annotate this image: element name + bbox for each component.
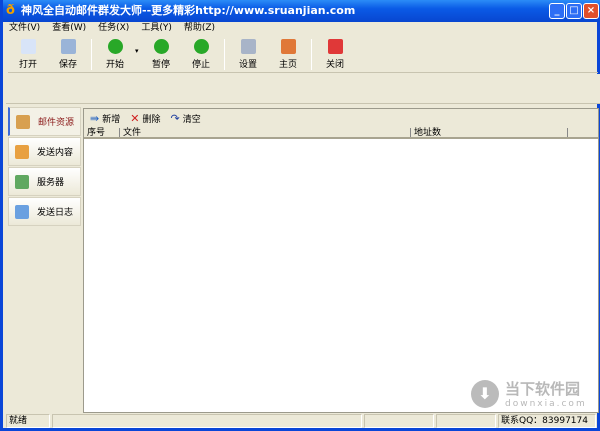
delete-icon: ✕ [130, 112, 140, 125]
toolbar-separator [311, 39, 312, 70]
sidebar-tab-2[interactable]: 发送内容 [8, 137, 81, 166]
content-package-icon [15, 144, 29, 159]
mail-package-icon [16, 114, 30, 129]
add-icon: ⇛ [90, 112, 100, 125]
toolbar-separator [91, 39, 92, 70]
pause-icon [153, 39, 169, 54]
main-window: ð 神风全自动邮件群发大师--更多精彩http://www.sruanjian.… [0, 0, 600, 431]
delete-button[interactable]: ✕ 删除 [130, 112, 160, 125]
toolbar-button-open[interactable]: 打开 [8, 37, 48, 72]
window-title: 神风全自动邮件群发大师--更多精彩http://www.sruanjian.co… [21, 4, 356, 17]
clear-icon: ↷ [170, 112, 180, 125]
toolbar-button-pause[interactable]: 暂停 [141, 37, 181, 72]
open-icon [20, 39, 36, 54]
play-icon [107, 39, 123, 54]
status-pane [364, 414, 434, 428]
server-icon [15, 174, 29, 189]
clear-button[interactable]: ↷ 清空 [170, 112, 200, 125]
power-icon [327, 39, 343, 54]
sidebar: 邮件资源 发送内容 服务器 发送日志 [8, 107, 81, 413]
menu-view[interactable]: 查看(W) [52, 22, 86, 35]
log-book-icon [15, 204, 29, 219]
maximize-button[interactable]: □ [566, 3, 582, 19]
status-qq: 联系QQ：83997174 [498, 414, 596, 428]
settings-icon [240, 39, 256, 54]
column-address-count[interactable]: 地址数 [411, 128, 568, 138]
status-bar: 就绪 联系QQ：83997174 [6, 414, 600, 428]
menu-file[interactable]: 文件(V) [9, 22, 40, 35]
watermark-logo: ⬇ 当下软件园 downxia.com [471, 378, 587, 409]
sub-toolbar: ⇛ 新增 ✕ 删除 ↷ 清空 [84, 109, 598, 128]
save-icon [60, 39, 76, 54]
sidebar-tab-1[interactable]: 邮件资源 [8, 107, 81, 136]
status-ready: 就绪 [6, 414, 50, 428]
toolbar-button-settings[interactable]: 设置 [228, 37, 268, 72]
sidebar-tab-4[interactable]: 发送日志 [8, 197, 81, 226]
toolbar-button-power[interactable]: 关闭 [315, 37, 355, 72]
sidebar-tab-3[interactable]: 服务器 [8, 167, 81, 196]
title-bar: ð 神风全自动邮件群发大师--更多精彩http://www.sruanjian.… [3, 0, 600, 22]
toolbar-button-stop[interactable]: 停止 [181, 37, 221, 72]
table-header: 序号 文件 地址数 [84, 128, 598, 139]
toolbar-button-save[interactable]: 保存 [48, 37, 88, 72]
home-icon [280, 39, 296, 54]
app-icon: ð [6, 3, 15, 18]
column-index[interactable]: 序号 [84, 128, 120, 138]
status-pane [52, 414, 362, 428]
menu-tools[interactable]: 工具(Y) [141, 22, 172, 35]
menu-bar: 文件(V) 查看(W) 任务(X) 工具(Y) 帮助(Z) [6, 22, 600, 35]
column-file[interactable]: 文件 [120, 128, 411, 138]
download-icon: ⬇ [471, 379, 499, 408]
add-button[interactable]: ⇛ 新增 [90, 112, 120, 125]
toolbar: 打开 保存 开始 ▾ 暂停 停止 设置 主页 关闭 [8, 37, 598, 73]
toolbar-button-play[interactable]: 开始 [95, 37, 135, 72]
toolbar-band [6, 74, 600, 104]
menu-help[interactable]: 帮助(Z) [184, 22, 215, 35]
stop-icon [193, 39, 209, 54]
close-button[interactable]: × [583, 3, 599, 19]
status-pane [436, 414, 496, 428]
content-panel: ⇛ 新增 ✕ 删除 ↷ 清空 序号 文件 地址数 [83, 108, 599, 413]
toolbar-separator [224, 39, 225, 70]
toolbar-button-home[interactable]: 主页 [268, 37, 308, 72]
menu-task[interactable]: 任务(X) [98, 22, 129, 35]
minimize-button[interactable]: _ [549, 3, 565, 19]
